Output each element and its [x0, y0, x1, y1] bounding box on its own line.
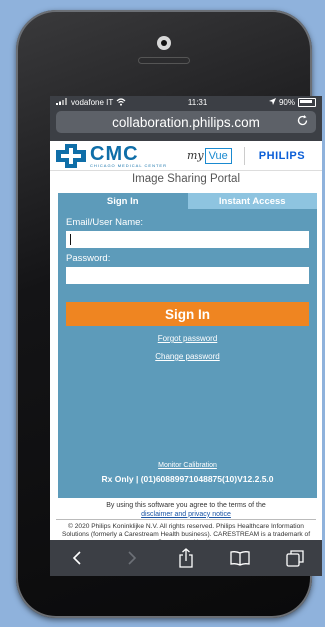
reload-icon[interactable]: [296, 114, 309, 127]
bookmarks-button[interactable]: [227, 545, 253, 571]
monitor-calibration-link[interactable]: Monitor Calibration: [58, 462, 317, 469]
philips-logo: PHILIPS: [258, 149, 306, 162]
myvue-vue: Vue: [204, 147, 232, 164]
email-field[interactable]: [66, 231, 309, 248]
email-label: Email/User Name:: [66, 217, 144, 228]
earpiece-speaker: [138, 57, 190, 64]
back-button[interactable]: [64, 545, 90, 571]
account-links: Forgot password Change password: [66, 334, 309, 361]
password-field[interactable]: [66, 267, 309, 284]
wifi-icon: [116, 97, 126, 108]
share-icon: [179, 548, 193, 568]
tab-sign-in[interactable]: Sign In: [58, 193, 188, 209]
share-button[interactable]: [173, 545, 199, 571]
text-caret: [70, 234, 71, 245]
myvue-my: my: [186, 149, 204, 162]
front-camera: [157, 36, 171, 50]
page-title: Image Sharing Portal: [131, 173, 241, 185]
terms-notice: By using this software you agree to the …: [50, 502, 322, 520]
myvue-logo: my Vue: [186, 147, 232, 164]
change-password-link[interactable]: Change password: [66, 352, 309, 361]
status-bar: vodafone IT 11:31 90%: [50, 96, 322, 109]
cmc-logo-subtitle: CHICAGO MEDICAL CENTER: [90, 162, 167, 168]
password-label: Password:: [66, 253, 111, 264]
battery-icon: [297, 98, 316, 107]
forgot-password-link[interactable]: Forgot password: [66, 334, 309, 343]
rx-only-line: Rx Only | (01)60889971048875(10)V12.2.5.…: [101, 474, 274, 484]
cmc-logo-text: CMC: [90, 142, 139, 165]
tabs-icon: [286, 550, 304, 567]
chevron-left-icon: [73, 551, 81, 565]
login-panel: Sign In Instant Access Email/User Name: …: [58, 193, 317, 498]
address-bar[interactable]: collaboration.philips.com: [56, 111, 316, 133]
url-text: collaboration.philips.com: [112, 114, 260, 130]
browser-address-area: collaboration.philips.com: [50, 109, 322, 141]
carrier-name: vodafone IT: [71, 98, 114, 107]
book-icon: [230, 551, 251, 566]
battery-percent: 90%: [278, 98, 295, 107]
logo-bar: CMC CHICAGO MEDICAL CENTER my Vue PHILIP…: [50, 141, 322, 171]
login-tabs: Sign In Instant Access: [58, 193, 317, 209]
cmc-logo: CMC CHICAGO MEDICAL CENTER: [90, 144, 167, 168]
phone-frame: vodafone IT 11:31 90% collaboration.phil…: [16, 10, 322, 618]
terms-text: By using this software you agree to the …: [106, 502, 266, 509]
location-icon: [268, 98, 276, 107]
status-time: 11:31: [187, 98, 208, 107]
login-form: Email/User Name: Password: Sign In Forgo…: [58, 209, 317, 361]
tabs-button[interactable]: [282, 545, 308, 571]
phone-screen: vodafone IT 11:31 90% collaboration.phil…: [50, 96, 322, 576]
tab-instant-access[interactable]: Instant Access: [187, 193, 317, 209]
sign-in-button[interactable]: Sign In: [66, 302, 309, 326]
browser-toolbar: [50, 540, 322, 576]
signal-icon: [56, 98, 68, 107]
logo-divider: [243, 146, 245, 165]
chevron-right-icon: [128, 551, 136, 565]
forward-button[interactable]: [119, 545, 145, 571]
cmc-cross-logo-icon: [56, 143, 86, 168]
